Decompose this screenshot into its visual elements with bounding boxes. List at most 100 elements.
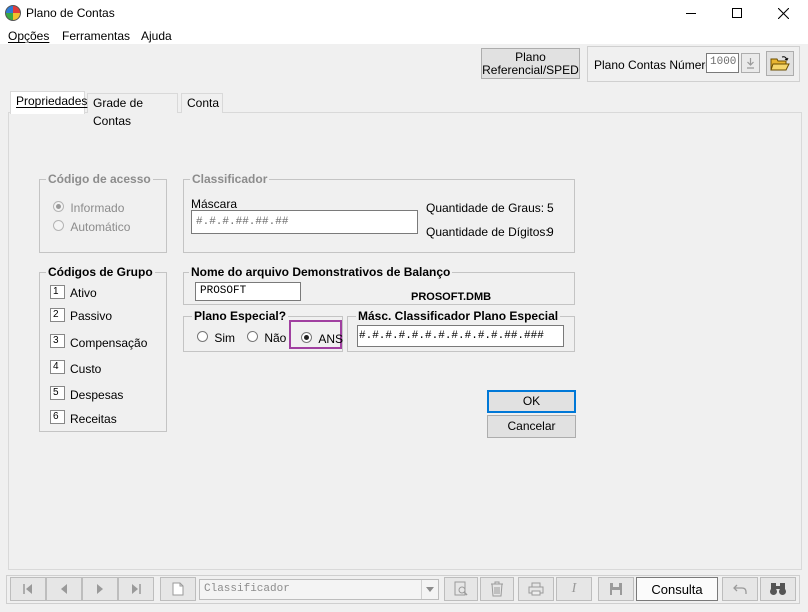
plano-especial-title: Plano Especial? — [192, 309, 289, 323]
graus-label: Quantidade de Graus: — [426, 201, 545, 215]
print-button[interactable] — [518, 577, 554, 601]
window-title: Plano de Contas — [26, 6, 115, 20]
radio-ans[interactable] — [301, 332, 312, 343]
tab-grade-de-contas[interactable]: Grade de Contas — [87, 93, 178, 128]
masc-especial-input[interactable]: #.#.#.#.#.#.#.#.#.#.#.##.### — [357, 325, 564, 347]
find-button[interactable] — [760, 577, 796, 601]
codigos-grupo-title: Códigos de Grupo — [46, 265, 155, 279]
last-record-button[interactable] — [118, 577, 154, 601]
last-record-icon — [132, 584, 141, 594]
grupo-label: Compensação — [70, 336, 148, 350]
menu-opcoes[interactable]: Opções — [8, 29, 49, 43]
undo-button[interactable] — [722, 577, 758, 601]
demonstrativos-file-name: PROSOFT.DMB — [411, 291, 492, 303]
download-arrow-icon — [747, 57, 754, 69]
open-folder-icon — [770, 55, 790, 70]
next-record-button[interactable] — [82, 577, 118, 601]
close-button[interactable] — [760, 0, 806, 26]
digitos-label: Quantidade de Dígitos: — [426, 225, 549, 239]
grupo-label: Passivo — [70, 309, 113, 323]
grupo-label: Custo — [70, 362, 102, 376]
plano-referencial-button[interactable]: Plano Referencial/SPED — [481, 48, 580, 79]
maximize-button[interactable] — [714, 0, 760, 26]
menu-ajuda[interactable]: Ajuda — [141, 29, 172, 43]
previous-record-icon — [61, 584, 67, 594]
plano-especial-sim[interactable]: Sim — [197, 331, 235, 345]
italic-icon: I — [571, 581, 577, 596]
trash-icon — [491, 581, 503, 597]
radio-informado[interactable] — [53, 201, 64, 212]
graus-value: 5 — [547, 201, 554, 215]
search-field-dropdown[interactable] — [421, 580, 438, 599]
codigo-acesso-automatico[interactable]: Automático — [53, 220, 130, 234]
demonstrativos-title: Nome do arquivo Demonstrativos de Balanç… — [189, 265, 453, 279]
grupo-code-box[interactable]: 4 — [50, 360, 65, 374]
label-ans: ANS — [318, 332, 344, 346]
new-document-button[interactable] — [160, 577, 196, 601]
plano-contas-numero-label: Plano Contas Número — [594, 58, 713, 72]
mode-indicator: Consulta — [636, 577, 718, 601]
minimize-button[interactable] — [668, 0, 714, 26]
close-icon — [777, 7, 789, 19]
ok-button[interactable]: OK — [487, 390, 576, 413]
codigo-acesso-group: Código de acesso — [39, 172, 167, 253]
radio-automatico[interactable] — [53, 220, 64, 231]
document-icon — [172, 582, 184, 596]
first-record-button[interactable] — [10, 577, 46, 601]
mascara-label: Máscara — [191, 197, 238, 211]
search-records-button[interactable] — [444, 577, 478, 601]
plano-referencial-line1: Plano — [515, 49, 546, 64]
masc-especial-title: Másc. Classificador Plano Especial — [356, 309, 561, 323]
undo-icon — [733, 584, 747, 594]
radio-nao[interactable] — [247, 331, 258, 342]
delete-record-button[interactable] — [480, 577, 514, 601]
save-button[interactable] — [598, 577, 634, 601]
app-icon — [5, 5, 21, 21]
codigo-acesso-informado[interactable]: Informado — [53, 201, 124, 215]
first-record-icon — [23, 584, 32, 594]
label-automatico: Automático — [70, 220, 131, 234]
mode-indicator-label: Consulta — [651, 581, 703, 597]
codigo-acesso-title: Código de acesso — [46, 172, 153, 186]
grupo-label: Ativo — [70, 286, 97, 300]
minimize-icon — [686, 12, 696, 14]
tab-propriedades[interactable]: Propriedades — [10, 91, 88, 114]
digitos-value: 9 — [547, 225, 554, 239]
label-nao: Não — [264, 331, 287, 345]
grupo-code-box[interactable]: 1 — [50, 285, 65, 299]
cancel-label: Cancelar — [507, 419, 556, 433]
ok-label: OK — [522, 394, 541, 408]
maximize-icon — [732, 8, 742, 18]
grupo-code-box[interactable]: 2 — [50, 308, 65, 322]
plano-contas-numero-spin[interactable] — [741, 53, 760, 73]
cancel-button[interactable]: Cancelar — [487, 415, 576, 438]
tab-conta[interactable]: Conta — [181, 93, 223, 113]
plano-referencial-line2: Referencial/SPED — [482, 62, 579, 77]
previous-record-button[interactable] — [46, 577, 82, 601]
next-record-icon — [97, 584, 103, 594]
classificador-title: Classificador — [190, 172, 270, 186]
binoculars-icon — [770, 583, 786, 595]
save-icon — [610, 583, 622, 595]
mascara-input[interactable]: #.#.#.##.##.## — [191, 210, 418, 234]
plano-especial-nao[interactable]: Não — [247, 331, 286, 345]
grupo-code-box[interactable]: 3 — [50, 334, 65, 348]
grupo-code-box[interactable]: 5 — [50, 386, 65, 400]
search-field-combo[interactable]: Classificador — [199, 579, 439, 600]
italic-button[interactable]: I — [556, 577, 592, 601]
demonstrativos-input[interactable]: PROSOFT — [195, 282, 301, 301]
label-sim: Sim — [214, 331, 236, 345]
search-field-value: Classificador — [204, 583, 290, 595]
grupo-label: Despesas — [70, 388, 124, 402]
tab-conta-label: Conta — [187, 96, 220, 110]
plano-especial-ans[interactable]: ANS — [301, 332, 343, 346]
printer-icon — [528, 582, 544, 596]
open-folder-button[interactable] — [766, 51, 794, 76]
menu-ferramentas[interactable]: Ferramentas — [62, 29, 130, 43]
radio-sim[interactable] — [197, 331, 208, 342]
grupo-code-box[interactable]: 6 — [50, 410, 65, 424]
search-document-icon — [454, 581, 468, 596]
grupo-label: Receitas — [70, 412, 117, 426]
plano-contas-numero-input[interactable]: 1000 — [706, 53, 739, 73]
tab-propriedades-label: Propriedades — [16, 94, 88, 108]
